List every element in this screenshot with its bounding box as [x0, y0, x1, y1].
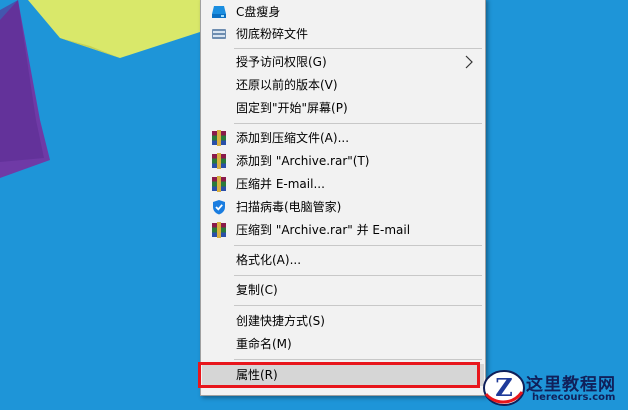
menu-item-pin-to-start[interactable]: 固定到"开始"屏幕(P) [202, 97, 484, 119]
menu-item-add-to-archive-rar[interactable]: 添加到 "Archive.rar"(T) [202, 150, 484, 172]
drive-cleanup-icon [212, 6, 226, 18]
menu-item-label: 创建快捷方式(S) [236, 314, 325, 328]
menu-item-label: 固定到"开始"屏幕(P) [236, 101, 348, 115]
menu-item-label: 添加到压缩文件(A)... [236, 131, 350, 145]
menu-item-format[interactable]: 格式化(A)... [202, 249, 484, 271]
menu-item-label: 重命名(M) [236, 337, 292, 351]
context-menu: C盘瘦身 彻底粉碎文件 授予访问权限(G) 还原以前的版本(V) 固定到"开始"… [200, 0, 486, 396]
menu-separator [234, 359, 482, 360]
watermark: Z 这里教程网 herecours.com [482, 366, 628, 410]
logo-letter: Z [495, 373, 513, 402]
menu-item-label: 扫描病毒(电脑管家) [236, 200, 342, 214]
shredder-icon [212, 29, 226, 39]
menu-item-c-drive-cleanup[interactable]: C盘瘦身 [202, 1, 484, 23]
menu-separator [234, 123, 482, 124]
winrar-icon [212, 176, 226, 192]
menu-item-copy[interactable]: 复制(C) [202, 279, 484, 301]
menu-item-label: 复制(C) [236, 283, 278, 297]
winrar-icon [212, 130, 226, 146]
menu-item-restore-versions[interactable]: 还原以前的版本(V) [202, 74, 484, 96]
menu-item-add-to-archive[interactable]: 添加到压缩文件(A)... [202, 127, 484, 149]
menu-item-label: 压缩并 E-mail... [236, 177, 325, 191]
menu-item-scan-virus[interactable]: 扫描病毒(电脑管家) [202, 196, 484, 218]
shield-icon [213, 200, 225, 215]
menu-item-label: 还原以前的版本(V) [236, 78, 338, 92]
menu-separator [234, 305, 482, 306]
menu-item-label: 添加到 "Archive.rar"(T) [236, 154, 370, 168]
menu-item-label: 授予访问权限(G) [236, 55, 327, 69]
menu-separator [234, 48, 482, 49]
winrar-icon [212, 222, 226, 238]
menu-item-shred-files[interactable]: 彻底粉碎文件 [202, 23, 484, 45]
menu-item-create-shortcut[interactable]: 创建快捷方式(S) [202, 310, 484, 332]
menu-item-rename[interactable]: 重命名(M) [202, 333, 484, 355]
site-logo-icon: Z [483, 370, 525, 406]
menu-item-compress-to-rar-and-email[interactable]: 压缩到 "Archive.rar" 并 E-mail [202, 219, 484, 241]
menu-item-label: 压缩到 "Archive.rar" 并 E-mail [236, 223, 411, 237]
menu-item-give-access[interactable]: 授予访问权限(G) [202, 51, 484, 73]
menu-item-compress-and-email[interactable]: 压缩并 E-mail... [202, 173, 484, 195]
menu-separator [234, 275, 482, 276]
menu-separator [234, 245, 482, 246]
menu-item-label: 彻底粉碎文件 [236, 27, 309, 41]
properties-highlight-box [198, 362, 480, 388]
chevron-right-icon [465, 55, 473, 69]
winrar-icon [212, 153, 226, 169]
watermark-url: herecours.com [532, 392, 616, 403]
menu-item-label: C盘瘦身 [236, 5, 281, 19]
menu-item-label: 格式化(A)... [236, 253, 302, 267]
